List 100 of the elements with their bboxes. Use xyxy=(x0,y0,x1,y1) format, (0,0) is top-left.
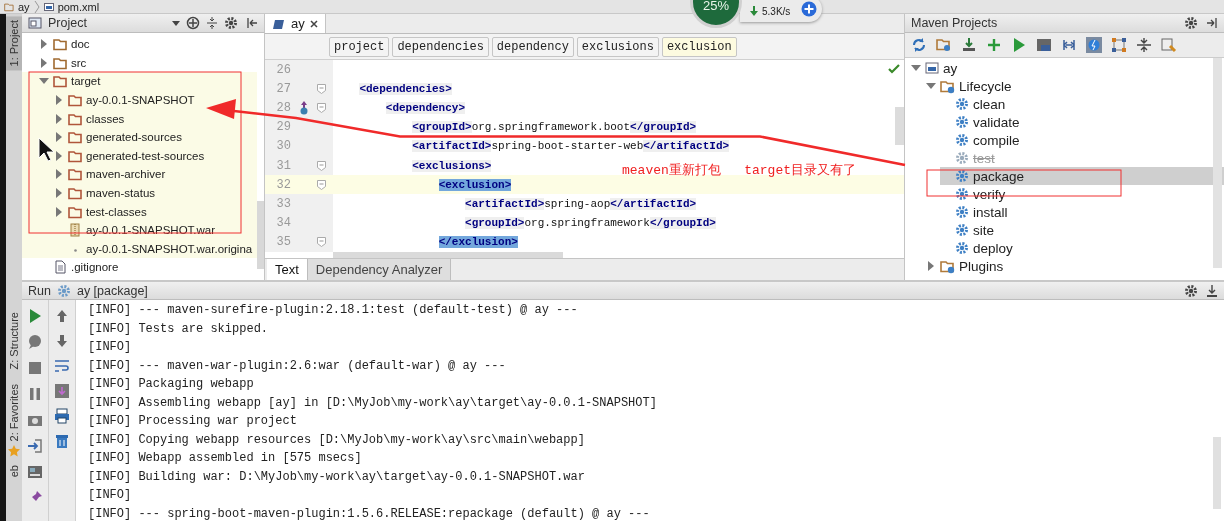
run-icon[interactable] xyxy=(27,308,43,324)
code-line: <groupId>org.springframework</groupId> xyxy=(464,217,716,230)
gear-icon xyxy=(955,151,969,165)
scrollbar-thumb[interactable] xyxy=(1213,58,1222,268)
console-line: [INFO] --- spring-boot-maven-plugin:1.5.6.RELEASE:repackage (default) @ ay --- xyxy=(88,505,651,521)
arrow-down-icon[interactable] xyxy=(54,333,70,349)
trash-icon[interactable] xyxy=(54,433,70,449)
tool-window-tab[interactable]: 2: Favorites xyxy=(6,379,22,446)
download-icon[interactable] xyxy=(1206,283,1218,298)
console-line: [INFO] --- maven-war-plugin:2.6:war (default-war) @ ay --- xyxy=(88,357,507,375)
folder-icon xyxy=(53,74,67,89)
pause-icon[interactable] xyxy=(27,386,43,402)
crosshair-icon[interactable] xyxy=(186,16,200,30)
panel-title: Project xyxy=(48,16,87,30)
tree-item[interactable]: Lifecycle xyxy=(925,77,1224,95)
scroll-end-icon[interactable] xyxy=(54,383,70,399)
line-number: 33 xyxy=(275,196,291,211)
gear-icon[interactable] xyxy=(224,16,240,30)
tree-item[interactable]: validate xyxy=(940,113,1224,131)
print-icon[interactable] xyxy=(54,408,70,424)
code-line: <artifactId>spring-aop</artifactId> xyxy=(464,197,697,210)
layout-icon[interactable] xyxy=(27,464,43,480)
fold-marker-icon[interactable] xyxy=(317,102,326,113)
breadcrumb-item[interactable]: ay xyxy=(18,0,30,13)
tool-window-tab[interactable]: Z: Structure xyxy=(6,308,22,374)
plus-icon[interactable] xyxy=(986,37,1002,53)
toggle-icon[interactable] xyxy=(1061,37,1077,53)
tree-item[interactable]: src xyxy=(38,53,87,73)
diagram-icon[interactable] xyxy=(1111,37,1127,53)
tree-item[interactable]: install xyxy=(940,203,1224,221)
console-line: [INFO] Assembling webapp [ay] in [D:\MyJob\my-work\ay\target\ay-0.0.1-SNAPSHOT] xyxy=(88,394,658,412)
dropdown-caret-icon[interactable] xyxy=(172,19,180,27)
breadcrumb-chip[interactable]: dependencies xyxy=(392,36,489,57)
tree-item[interactable]: compile xyxy=(940,131,1224,149)
collapse-icon[interactable] xyxy=(206,16,218,30)
fold-marker-icon[interactable] xyxy=(317,237,326,248)
tool-window-tab[interactable]: eb xyxy=(6,461,22,482)
hide-icon[interactable] xyxy=(246,17,258,29)
close-icon[interactable] xyxy=(309,19,318,28)
scrollbar-thumb[interactable] xyxy=(895,107,904,145)
wrench-icon[interactable] xyxy=(1161,37,1177,53)
star-icon xyxy=(8,445,20,458)
scrollbar-thumb[interactable] xyxy=(1213,437,1221,509)
balloon-icon[interactable] xyxy=(27,334,43,350)
console-line: [INFO] Packaging webapp xyxy=(88,376,255,393)
line-number: 26 xyxy=(275,62,291,77)
hide-icon[interactable] xyxy=(1206,17,1218,29)
tree-item[interactable]: doc xyxy=(38,35,90,54)
breadcrumb-chip[interactable]: project xyxy=(329,36,390,57)
reload-icon[interactable] xyxy=(911,37,927,53)
breadcrumb-chip[interactable]: dependency xyxy=(491,36,574,57)
fold-marker-icon[interactable] xyxy=(317,83,326,94)
line-number: 31 xyxy=(275,158,291,173)
breadcrumb-item[interactable]: pom.xml xyxy=(57,0,100,13)
run-config-tab[interactable]: ay [package] xyxy=(76,283,148,298)
scrollbar-thumb[interactable] xyxy=(257,201,264,269)
tree-item[interactable]: Plugins xyxy=(925,257,1224,275)
stop-icon[interactable] xyxy=(27,360,43,376)
tree-item[interactable]: site xyxy=(940,221,1224,239)
gear-icon[interactable] xyxy=(1184,16,1200,30)
override-marker-icon[interactable] xyxy=(299,100,309,115)
arrow-up-icon[interactable] xyxy=(54,308,70,324)
console-line: [INFO] Tests are skipped. xyxy=(88,320,270,338)
login-icon[interactable] xyxy=(27,438,43,454)
collapse-all-icon[interactable] xyxy=(1136,37,1152,53)
arrow-down-icon xyxy=(750,6,758,16)
folder-icon xyxy=(53,55,67,70)
console-line: [INFO] xyxy=(88,487,133,504)
gear-icon xyxy=(56,283,71,298)
editor-tab[interactable]: ay xyxy=(265,14,326,33)
download-icon[interactable] xyxy=(961,37,977,53)
download-speed: 5.3K/s xyxy=(762,5,791,17)
scrollbar-thumb[interactable] xyxy=(333,252,563,258)
tree-item[interactable]: .gitignore xyxy=(38,258,119,277)
folder-icon xyxy=(68,167,82,182)
fold-marker-icon[interactable] xyxy=(317,160,326,171)
editor-view-tab[interactable]: Text xyxy=(267,259,308,280)
tree-item[interactable]: verify xyxy=(940,185,1224,203)
panel-title: Maven Projects xyxy=(911,16,998,30)
run-icon[interactable] xyxy=(1011,37,1027,53)
gear-icon xyxy=(955,187,969,201)
plus-icon[interactable] xyxy=(801,1,817,17)
check-icon xyxy=(888,64,900,74)
tree-item[interactable]: package xyxy=(940,167,1224,185)
archive-icon xyxy=(68,223,82,238)
tree-item[interactable]: clean xyxy=(940,95,1224,113)
folder-icon xyxy=(68,130,82,145)
gear-icon xyxy=(955,97,969,111)
wrap-icon[interactable] xyxy=(54,358,70,374)
line-number: 32 xyxy=(275,177,291,192)
gear-icon[interactable] xyxy=(1184,283,1200,298)
tool-window-tab[interactable]: 1: Project xyxy=(6,16,22,71)
annotation-text: meaven重新打包 target目录又有了 xyxy=(622,162,857,179)
tree-item[interactable]: deploy xyxy=(940,239,1224,257)
fold-marker-icon[interactable] xyxy=(317,179,326,190)
breadcrumb-chip[interactable]: exclusion xyxy=(661,36,737,57)
lightning-icon[interactable] xyxy=(1086,37,1102,53)
breadcrumb-chip[interactable]: exclusions xyxy=(576,36,659,57)
editor-view-tab[interactable]: Dependency Analyzer xyxy=(307,259,452,280)
tree-item[interactable]: ay xyxy=(910,59,1224,77)
